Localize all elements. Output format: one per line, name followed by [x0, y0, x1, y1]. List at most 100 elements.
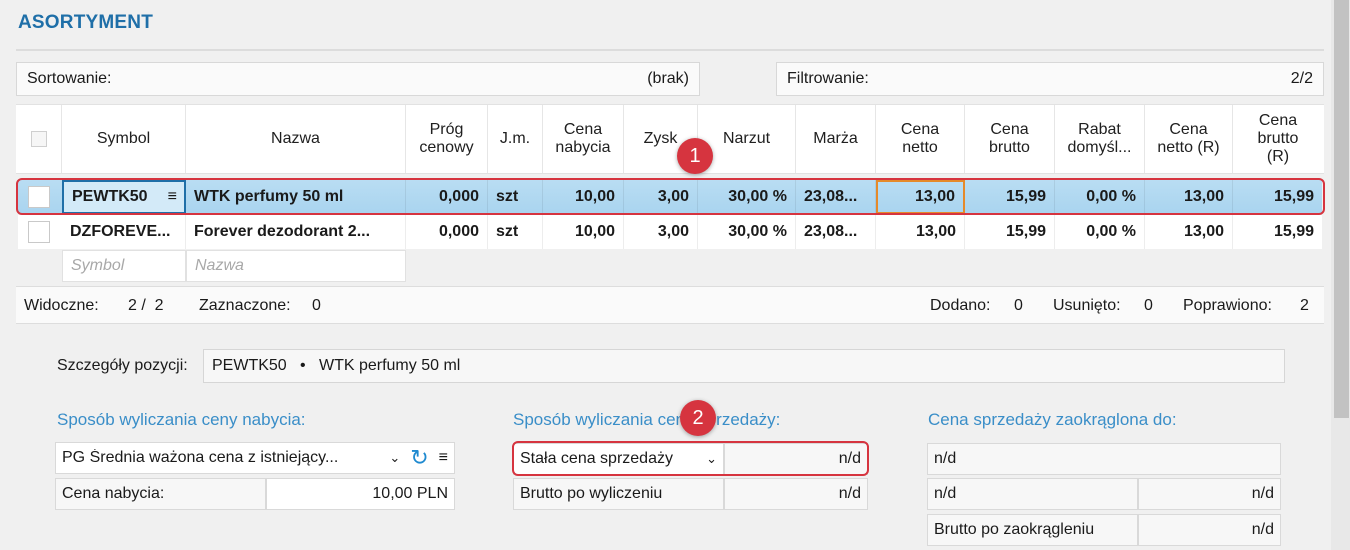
menu-icon[interactable]: ≡ — [439, 449, 448, 467]
cell-text: 3,00 — [657, 223, 689, 240]
status-added-value: 0 — [1014, 297, 1023, 314]
rounding-value-right: n/d — [1138, 478, 1281, 510]
cell-cena-brutto[interactable]: 15,99 — [965, 215, 1055, 249]
page-title: ASORTYMENT — [18, 12, 153, 33]
field-label-text: Cena nabycia: — [62, 485, 165, 502]
status-modified-value: 2 — [1300, 297, 1309, 314]
cell-prog[interactable]: 0,000 — [406, 215, 488, 249]
vertical-scrollbar[interactable] — [1331, 0, 1350, 550]
column-header-narzut[interactable]: Narzut — [698, 105, 796, 173]
annotation-badge-2: 2 — [680, 400, 716, 436]
cell-text: 13,00 — [915, 223, 956, 240]
rounding-select: n/d — [927, 443, 1281, 475]
field-value-text: n/d — [1251, 521, 1274, 538]
cell-text: 15,99 — [1005, 223, 1046, 240]
cell-jm[interactable]: szt — [488, 215, 543, 249]
refresh-icon[interactable]: ↻ — [410, 447, 428, 469]
column-header-label: Narzut — [722, 130, 771, 147]
scrollbar-thumb[interactable] — [1334, 0, 1349, 418]
cell-symbol[interactable]: DZFOREVE... — [62, 215, 186, 249]
purchase-method-value: PG Średnia ważona cena z istniejący... — [62, 449, 339, 466]
sort-value: (brak) — [647, 70, 689, 87]
column-header-rabat[interactable]: Rabat domyśl... — [1055, 105, 1145, 173]
column-header-marza[interactable]: Marża — [796, 105, 876, 173]
cell-narzut[interactable]: 30,00 % — [698, 215, 796, 249]
cell-text: szt — [496, 223, 519, 240]
rounding-brutto-value: n/d — [1138, 514, 1281, 546]
field-label-text: Brutto po wyliczeniu — [520, 485, 663, 502]
column-header-label: Cena brutto — [989, 121, 1030, 156]
cell-text: 13,00 — [1183, 223, 1224, 240]
column-header-label: Zysk — [643, 130, 678, 147]
sale-method-heading: Sposób wyliczania ceny sprzedaży: — [513, 410, 781, 429]
field-value-text: n/d — [934, 485, 957, 502]
sort-label: Sortowanie: — [27, 70, 112, 87]
status-bar: Widoczne: 2 / 2 Zaznaczone: 0 Dodano: 0 … — [16, 286, 1324, 324]
table-row[interactable]: DZFOREVE... Forever dezodorant 2... 0,00… — [18, 215, 1322, 249]
status-visible-label: Widoczne: — [24, 297, 99, 314]
sort-bar[interactable]: Sortowanie: (brak) — [16, 62, 700, 96]
sale-brutto-label: Brutto po wyliczeniu — [513, 478, 724, 510]
column-header-label: Cena netto — [900, 121, 940, 156]
column-header-label: Próg cenowy — [419, 121, 474, 156]
rounding-value-left: n/d — [927, 478, 1138, 510]
column-header-label: Rabat domyśl... — [1067, 121, 1132, 156]
field-value-text: 10,00 PLN — [372, 485, 448, 502]
status-removed-label: Usunięto: — [1053, 297, 1121, 314]
header-select-all[interactable] — [16, 105, 62, 173]
cell-rabat[interactable]: 0,00 % — [1055, 215, 1145, 249]
cell-text: 23,08... — [804, 223, 858, 240]
column-header-nazwa[interactable]: Nazwa — [186, 105, 406, 173]
rounding-heading: Cena sprzedaży zaokrąglona do: — [928, 410, 1177, 429]
filter-bar[interactable]: Filtrowanie: 2/2 — [776, 62, 1324, 96]
cell-text: 0,000 — [438, 223, 479, 240]
column-header-label: Cena nabycia — [555, 121, 611, 156]
row-highlight-annotation — [16, 178, 1325, 215]
column-header-label: Nazwa — [271, 130, 320, 147]
column-header-prog[interactable]: Próg cenowy — [406, 105, 488, 173]
cell-text: Forever dezodorant 2... — [194, 223, 371, 240]
purchase-method-select[interactable]: PG Średnia ważona cena z istniejący... ⌄… — [55, 442, 455, 474]
field-label-text: Brutto po zaokrągleniu — [934, 521, 1095, 538]
status-modified-label: Poprawiono: — [1183, 297, 1272, 314]
column-header-jm[interactable]: J.m. — [488, 105, 543, 173]
column-header-cena-brutto-r[interactable]: Cena brutto (R) — [1233, 105, 1323, 173]
column-header-symbol[interactable]: Symbol — [62, 105, 186, 173]
filter-symbol-input[interactable]: Symbol — [62, 250, 186, 282]
annotation-badge-1: 1 — [677, 138, 713, 174]
status-visible-value: 2 / 2 — [128, 297, 164, 314]
cell-text: 10,00 — [574, 223, 615, 240]
purchase-method-heading: Sposób wyliczania ceny nabycia: — [57, 410, 306, 429]
filter-value: 2/2 — [1290, 70, 1313, 87]
purchase-price-input[interactable]: 10,00 PLN — [266, 478, 455, 510]
cell-zysk[interactable]: 3,00 — [624, 215, 698, 249]
cell-cena-netto[interactable]: 13,00 — [876, 215, 965, 249]
cell-nazwa[interactable]: Forever dezodorant 2... — [186, 215, 406, 249]
details-value-text: PEWTK50 • WTK perfumy 50 ml — [212, 357, 461, 374]
sale-method-highlight-annotation — [512, 441, 869, 476]
column-header-cena-netto[interactable]: Cena netto — [876, 105, 965, 173]
row-checkbox[interactable] — [28, 221, 50, 243]
status-added-label: Dodano: — [930, 297, 991, 314]
cell-cena-nabycia[interactable]: 10,00 — [543, 215, 624, 249]
column-header-cena-brutto[interactable]: Cena brutto — [965, 105, 1055, 173]
column-header-cena-nabycia[interactable]: Cena nabycia — [543, 105, 624, 173]
status-selected-value: 0 — [312, 297, 321, 314]
cell-text: 0,00 % — [1086, 223, 1136, 240]
cell-cena-netto-r[interactable]: 13,00 — [1145, 215, 1233, 249]
select-all-checkbox[interactable] — [30, 131, 47, 147]
column-header-label: Symbol — [96, 130, 151, 147]
title-divider — [16, 49, 1324, 51]
column-header-cena-netto-r[interactable]: Cena netto (R) — [1145, 105, 1233, 173]
cell-marza[interactable]: 23,08... — [796, 215, 876, 249]
details-label: Szczegóły pozycji: — [57, 357, 188, 374]
status-selected-label: Zaznaczone: — [199, 297, 291, 314]
rounding-brutto-label: Brutto po zaokrągleniu — [927, 514, 1138, 546]
filter-nazwa-input[interactable]: Nazwa — [186, 250, 406, 282]
field-value-text: n/d — [1251, 485, 1274, 502]
cell-text: 15,99 — [1273, 223, 1314, 240]
cell-cena-brutto-r[interactable]: 15,99 — [1233, 215, 1322, 249]
sale-brutto-value: n/d — [724, 478, 868, 510]
chevron-down-icon[interactable]: ⌄ — [389, 450, 400, 466]
column-header-label: Cena brutto (R) — [1257, 112, 1299, 165]
